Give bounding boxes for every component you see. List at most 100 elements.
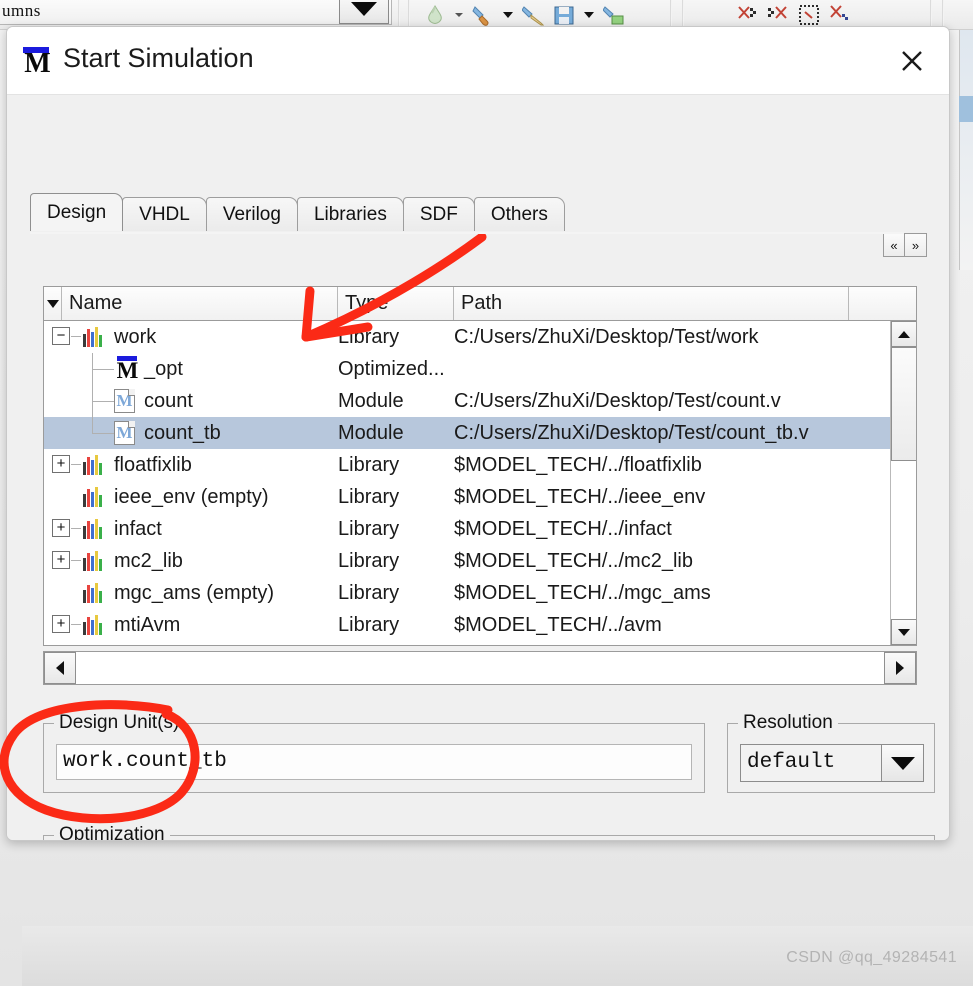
optimization-legend: Optimization <box>54 824 170 840</box>
resolution-group: Resolution default <box>727 712 935 793</box>
column-header-path[interactable]: Path <box>454 287 849 320</box>
resolution-legend: Resolution <box>738 712 838 734</box>
dialog-body: Design VHDL Verilog Libraries SDF Others <box>7 95 949 840</box>
row-name: work <box>114 325 157 348</box>
optimized-design-icon: M <box>116 356 138 383</box>
table-row[interactable]: + mtiAvm Library $MODEL_TECH/../avm <box>44 609 916 641</box>
row-path: C:/Users/ZhuXi/Desktop/Test/work <box>454 325 759 348</box>
table-row[interactable]: + mc2_lib Library $MODEL_TECH/../mc2_lib <box>44 545 916 577</box>
watermark: CSDN @qq_49284541 <box>786 949 957 966</box>
screen: umns CSDN @qq_49284541 M Start Simulatio… <box>0 0 973 986</box>
background-right-panel <box>959 30 973 270</box>
scrollbar-thumb[interactable] <box>891 347 916 461</box>
column-filter-button[interactable] <box>44 287 62 320</box>
scroll-down-button[interactable] <box>891 619 916 645</box>
expander-glyph: + <box>56 519 66 536</box>
library-icon <box>83 551 102 571</box>
row-type: Library <box>338 613 400 636</box>
start-simulation-dialog: M Start Simulation Design VHDL Verilog L… <box>6 26 950 841</box>
row-path: $MODEL_TECH/../avm <box>454 613 662 636</box>
table-row[interactable]: ieee_env (empty) Library $MODEL_TECH/../… <box>44 481 916 513</box>
tree-connector <box>71 336 81 337</box>
table-row[interactable]: + floatfixlib Library $MODEL_TECH/../flo… <box>44 449 916 481</box>
cut-signal-icon[interactable] <box>736 4 758 26</box>
column-header-spacer <box>849 287 915 320</box>
table-row[interactable]: + infact Library $MODEL_TECH/../infact <box>44 513 916 545</box>
caret-left-icon <box>56 661 64 675</box>
row-type: Library <box>338 453 400 476</box>
tab-others[interactable]: Others <box>473 197 565 231</box>
save-icon[interactable] <box>553 4 575 26</box>
delete-signal-icon[interactable] <box>829 4 851 26</box>
tree-header-row: Name Type Path <box>44 287 916 321</box>
caret-right-icon <box>896 661 904 675</box>
filter-icon <box>46 299 59 308</box>
pencil-icon[interactable] <box>521 4 545 26</box>
table-row[interactable]: M count Module C:/Users/ZhuXi/Desktop/Te… <box>44 385 916 417</box>
chevron-down-icon[interactable] <box>455 13 463 17</box>
resolution-value: default <box>741 745 881 781</box>
row-name: ieee_env (empty) <box>114 485 269 508</box>
row-name: mc2_lib <box>114 549 183 572</box>
tab-scroll-left-button[interactable]: « <box>883 233 905 257</box>
design-units-input[interactable]: work.count_tb <box>56 744 692 780</box>
tree-expander-expand[interactable]: + <box>52 455 70 473</box>
column-header-name[interactable]: Name <box>62 287 338 320</box>
table-row[interactable]: M _opt Optimized... <box>44 353 916 385</box>
table-row[interactable]: mgc_ams (empty) Library $MODEL_TECH/../m… <box>44 577 916 609</box>
row-type: Library <box>338 549 400 572</box>
background-combobox[interactable]: umns <box>0 0 392 25</box>
table-row[interactable]: − work Library C:/Users/ZhuXi/Desktop/Te… <box>44 321 916 353</box>
tree-connector <box>71 464 81 465</box>
close-button[interactable] <box>885 39 939 83</box>
design-units-group: Design Unit(s) work.count_tb <box>43 712 705 793</box>
scroll-right-button[interactable] <box>884 652 916 684</box>
chevron-down-icon[interactable] <box>584 12 594 18</box>
column-label: Name <box>69 292 123 314</box>
tab-vhdl[interactable]: VHDL <box>122 197 207 231</box>
table-row-selected[interactable]: M count_tb Module C:/Users/ZhuXi/Desktop… <box>44 417 916 449</box>
tab-sdf[interactable]: SDF <box>402 197 475 231</box>
tree-vertical-scrollbar[interactable] <box>890 321 916 645</box>
row-name: floatfixlib <box>114 453 192 476</box>
tree-connector <box>92 417 93 434</box>
row-type: Library <box>338 485 400 508</box>
module-icon: M <box>114 421 135 445</box>
scroll-up-button[interactable] <box>891 321 916 347</box>
select-region-icon[interactable] <box>798 4 820 26</box>
tab-label: Others <box>490 203 548 225</box>
column-label: Type <box>345 292 389 314</box>
resolution-dropdown-button[interactable] <box>881 745 923 781</box>
row-path: $MODEL_TECH/../mc2_lib <box>454 549 693 572</box>
double-chevron-left-icon: « <box>890 237 898 253</box>
tree-expander-collapse[interactable]: − <box>52 327 70 345</box>
resolution-dropdown[interactable]: default <box>740 744 924 782</box>
tab-libraries[interactable]: Libraries <box>296 197 404 231</box>
tab-verilog[interactable]: Verilog <box>205 197 298 231</box>
scroll-left-button[interactable] <box>44 652 76 684</box>
export-icon[interactable] <box>602 4 625 26</box>
library-icon <box>83 583 102 603</box>
chevron-down-icon[interactable] <box>503 12 513 18</box>
tree-rows: − work Library C:/Users/ZhuXi/Desktop/Te… <box>44 321 916 645</box>
background-combobox-arrow-button[interactable] <box>339 0 389 24</box>
tab-bar: Design VHDL Verilog Libraries SDF Others <box>30 193 565 231</box>
chevron-down-icon <box>351 2 377 16</box>
tree-connector <box>92 369 114 370</box>
tab-scroll-right-button[interactable]: » <box>905 233 927 257</box>
expander-glyph: + <box>56 551 66 568</box>
column-header-type[interactable]: Type <box>338 287 454 320</box>
tab-label: Libraries <box>313 203 387 225</box>
tree-expander-expand[interactable]: + <box>52 615 70 633</box>
row-path: $MODEL_TECH/../ieee_env <box>454 485 706 508</box>
pipette-icon[interactable] <box>424 4 446 26</box>
tree-expander-expand[interactable]: + <box>52 551 70 569</box>
tree-horizontal-scrollbar[interactable] <box>43 651 917 685</box>
brush-icon[interactable] <box>472 4 494 26</box>
tree-expander-expand[interactable]: + <box>52 519 70 537</box>
tab-design[interactable]: Design <box>30 193 124 231</box>
scrollbar-track[interactable] <box>891 347 916 619</box>
cut-signal-alt-icon[interactable] <box>767 4 789 26</box>
caret-down-icon <box>898 628 910 636</box>
tab-label: VHDL <box>139 203 190 225</box>
